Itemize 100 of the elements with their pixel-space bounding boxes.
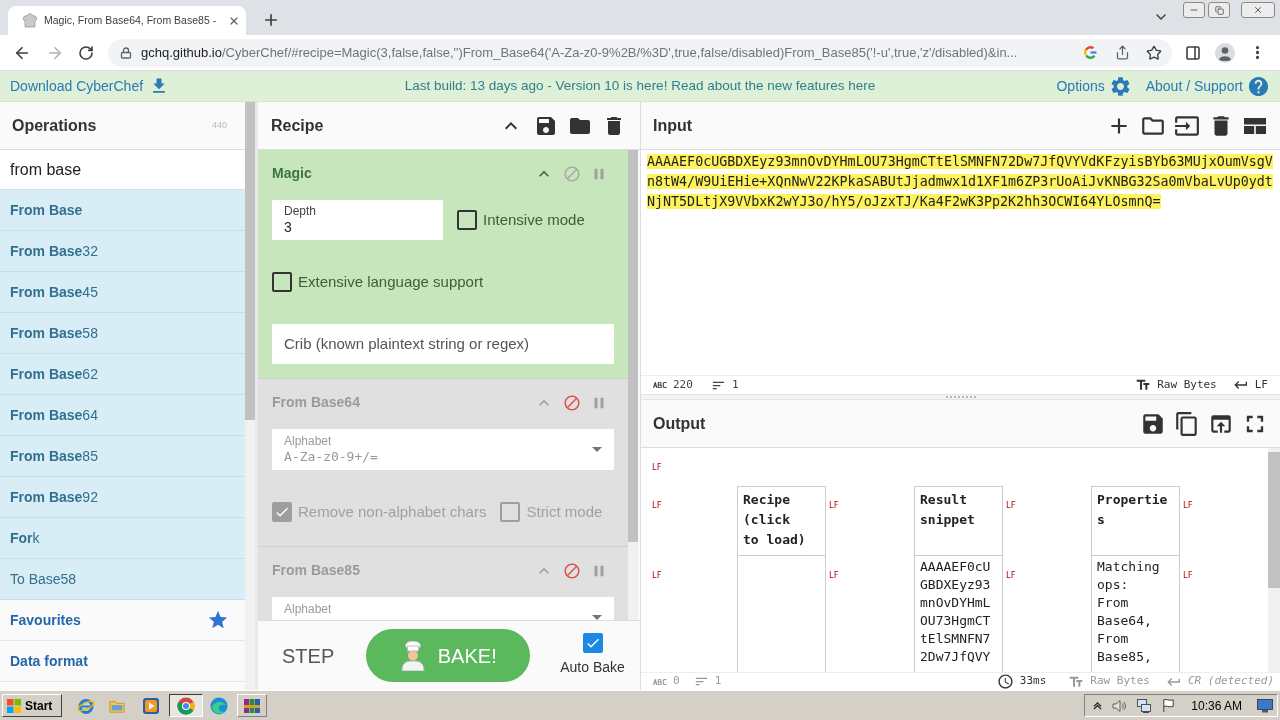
restore-icon	[1214, 5, 1224, 15]
status-text: 1	[714, 673, 722, 690]
chef-icon	[399, 640, 426, 671]
field-value: A-Za-z0-9+/=	[284, 448, 379, 466]
status-text: CR (detected)	[1187, 673, 1274, 690]
field-label: Depth	[284, 204, 318, 218]
options-link[interactable]: Options	[1056, 75, 1105, 97]
play-icon[interactable]	[142, 696, 160, 715]
active-task-button[interactable]	[169, 694, 203, 717]
line-end-marker: LF	[829, 501, 839, 510]
minimize-button[interactable]	[1183, 2, 1205, 18]
table-header-cell: Propertie s	[1091, 486, 1180, 556]
download-link[interactable]: Download CyberChef	[10, 75, 144, 97]
status-text: LF	[1254, 376, 1268, 393]
notice-text: Last build: 13 days ago - Version 10 is here! Read about the new features here	[404, 76, 876, 95]
task-button[interactable]	[237, 694, 267, 717]
operation-item[interactable]: To Base58	[0, 559, 245, 600]
checkbox-label: Auto Bake	[560, 658, 625, 677]
status-text: 1	[731, 376, 739, 393]
step-button[interactable]: STEP	[282, 640, 335, 671]
status-text: 0	[673, 673, 680, 690]
operation-title: Magic	[272, 164, 312, 183]
about-link[interactable]: About / Support	[1145, 75, 1243, 97]
operation-item[interactable]: From Base62	[0, 354, 245, 395]
field-label: Alphabet	[284, 433, 333, 448]
speaker-icon[interactable]	[1111, 697, 1128, 714]
line-end-marker: LF	[652, 463, 662, 472]
checkbox[interactable]	[272, 272, 292, 292]
operation-item[interactable]: From Base	[0, 190, 245, 231]
operation-item[interactable]: From Base85	[0, 436, 245, 477]
category-label[interactable]: Data format	[10, 650, 88, 672]
text-field[interactable]: Crib (known plaintext string or regex)	[272, 324, 614, 364]
chevron-up-icon[interactable]	[1093, 701, 1103, 710]
input-text: AAAAEF0cUGBDXEyz93mnOvDYHmLOU73HgmCTtElSMNFN72Dw7JfQVYVdKFzyisBYb63MUjxOumVsgVn8tW4/W9UiEHie+XQnNwV22KPkaSABUtJjadmwx1d1XF1m6ZP3rUoAiJvKNBG32Sa0mVbaLvUp0ydtNjNT5DLtjX9VVbxK2wYJ3o/hY5/oJzxTJ/Ka4F2wK3Pp2K2hh3OCWI64YLOsmnQ=	[647, 153, 1274, 211]
clock-icon	[996, 673, 1014, 690]
archive-books-icon	[243, 696, 261, 715]
browser-tab[interactable]: Magic, From Base64, From Base85 -	[8, 6, 246, 35]
windows-flag-icon	[6, 697, 22, 714]
operation-item[interactable]: From Base58	[0, 313, 245, 354]
line-end-marker: LF	[1006, 571, 1016, 580]
operation-item[interactable]: From Base64	[0, 395, 245, 436]
g-letter-icon[interactable]	[1083, 45, 1098, 60]
restore-button[interactable]	[1208, 2, 1230, 18]
profile-avatar-icon[interactable]	[1215, 42, 1235, 63]
line-end-marker: LF	[652, 571, 662, 580]
scrollbar-thumb[interactable]	[1268, 452, 1280, 588]
ring-orbit-icon[interactable]	[77, 696, 95, 715]
new-tab-icon[interactable]	[262, 11, 280, 29]
panel-title: Input	[653, 115, 693, 136]
url-text: gchq.github.io/CyberChef/#recipe=Magic(3,false,false,'')From_Base64('A-Za-z0-9%2B/%3D',true,false/disabled)From_Base85('!-u',true,'z'/disabled)&in...	[141, 43, 1018, 62]
bake-button[interactable]: BAKE!	[366, 629, 531, 682]
checkbox-label: Extensive language support	[298, 271, 484, 292]
network-icon[interactable]	[1136, 697, 1153, 714]
line-end-marker: LF	[1183, 501, 1193, 510]
close-window-button[interactable]	[1241, 2, 1275, 18]
search-field[interactable]: from base	[0, 150, 245, 190]
checkbox[interactable]	[582, 633, 603, 653]
panel-title: Recipe	[271, 115, 324, 136]
scrollbar-thumb[interactable]	[245, 102, 255, 420]
star-icon	[207, 609, 229, 631]
flag-icon[interactable]	[1161, 698, 1177, 713]
copy-icon[interactable]	[1174, 410, 1200, 437]
help-icon[interactable]	[1247, 74, 1270, 98]
text-format-icon[interactable]	[1135, 377, 1152, 393]
field-label: Alphabet	[284, 601, 333, 616]
operation-item[interactable]: From Base92	[0, 477, 245, 518]
clock-text[interactable]: 10:36 AM	[1191, 696, 1242, 715]
panel-title: Output	[653, 413, 706, 434]
show-desktop-icon[interactable]	[1257, 698, 1273, 713]
operation-item[interactable]: From Base32	[0, 231, 245, 272]
checkbox[interactable]	[457, 210, 477, 230]
line-end-marker: LF	[829, 571, 839, 580]
share-icon[interactable]	[1115, 45, 1130, 60]
operation-title: From Base64	[272, 393, 360, 412]
checkbox-label: Strict mode	[526, 501, 603, 522]
number-field[interactable]: Depth 3	[272, 200, 443, 240]
category-label[interactable]: Favourites	[10, 609, 81, 631]
layout-icon[interactable]	[1244, 117, 1266, 134]
status-text: 33ms	[1019, 673, 1047, 690]
lock-icon	[120, 46, 132, 59]
field-value: 3	[284, 218, 293, 236]
line-end-marker: LF	[1183, 571, 1193, 580]
start-button[interactable]: Start	[2, 694, 62, 717]
reload-icon[interactable]	[78, 44, 94, 61]
scrollbar-thumb[interactable]	[628, 150, 638, 542]
address-field[interactable]: gchq.github.io/CyberChef/#recipe=Magic(3,false,false,'')From_Base64('A-Za-z0-9%2B/%3D',true,false/disabled)From_Base85('!-u',true,'z'/disabled)&in...	[108, 38, 1172, 67]
line-end-marker: LF	[652, 501, 662, 510]
chef-hat-icon	[22, 12, 38, 29]
caret-icon	[592, 447, 602, 452]
character-count-icon	[653, 382, 667, 388]
operation-item[interactable]: Fork	[0, 518, 245, 559]
operation-item[interactable]: From Base45	[0, 272, 245, 313]
status-text: 220	[673, 376, 693, 393]
close-icon	[1253, 5, 1263, 15]
line-end-marker: LF	[1006, 501, 1016, 510]
bookmark-star-icon[interactable]	[1146, 44, 1162, 61]
tab-title: Magic, From Base64, From Base85 -	[44, 12, 217, 28]
browser-circle-icon	[177, 696, 195, 715]
side-panel-icon[interactable]	[1185, 44, 1201, 61]
resize-handle[interactable]	[641, 394, 1280, 400]
